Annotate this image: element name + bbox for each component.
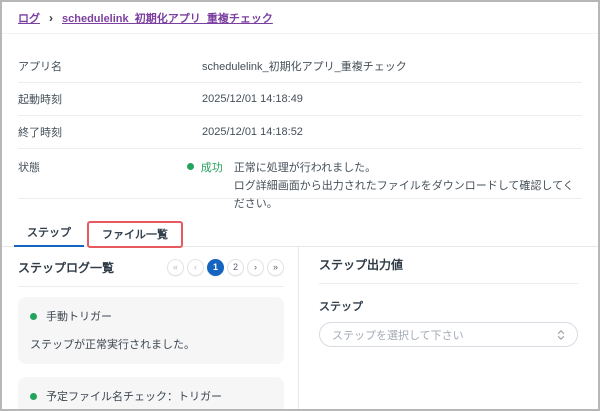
end-time-value: 2025/12/01 14:18:52: [202, 126, 303, 138]
app-name-value: schedulelink_初期化アプリ_重複チェック: [202, 58, 407, 74]
step-log-title: ステップログ一覧: [18, 259, 114, 276]
annotation-highlight-box: ファイル一覧: [87, 221, 183, 248]
step-log-header: ステップログ一覧 « ‹ 1 2 › »: [18, 259, 284, 276]
step-log-card-message: ステップが正常実行されました。: [30, 336, 272, 352]
status-label: 状態: [18, 159, 187, 175]
breadcrumb-link-current[interactable]: schedulelink_初期化アプリ_重複チェック: [62, 10, 273, 26]
success-dot-icon: [30, 393, 37, 400]
step-output-title: ステップ出力値: [319, 256, 578, 273]
table-row-status: 状態 成功 正常に処理が行われました。 ログ詳細画面から出力されたファイルをダウ…: [18, 149, 582, 199]
breadcrumb-link-log[interactable]: ログ: [18, 10, 40, 26]
divider: [18, 286, 284, 287]
step-log-card-title: 予定ファイル名チェック：トリガー: [46, 388, 222, 404]
pagination-first-button[interactable]: «: [167, 259, 184, 276]
step-select-dropdown[interactable]: ステップを選択して下さい: [319, 322, 578, 347]
table-row: アプリ名 schedulelink_初期化アプリ_重複チェック: [18, 50, 582, 83]
chevron-right-icon: ›: [49, 12, 53, 24]
status-message-line2: ログ詳細画面から出力されたファイルをダウンロードして確認してください。: [234, 177, 582, 213]
pagination-next-button[interactable]: ›: [247, 259, 264, 276]
step-log-panel: ステップログ一覧 « ‹ 1 2 › » 手動トリガー ステップが正常実行されま…: [2, 247, 299, 409]
pagination-last-button[interactable]: »: [267, 259, 284, 276]
status-message-line1: 正常に処理が行われました。: [234, 159, 582, 177]
pagination-page-2-button[interactable]: 2: [227, 259, 244, 276]
step-log-card[interactable]: 手動トリガー ステップが正常実行されました。: [18, 297, 284, 364]
step-select-placeholder: ステップを選択して下さい: [332, 327, 464, 343]
chevron-updown-icon: [557, 329, 565, 341]
status-message: 正常に処理が行われました。 ログ詳細画面から出力されたファイルをダウンロードして…: [234, 159, 582, 213]
breadcrumb: ログ › schedulelink_初期化アプリ_重複チェック: [2, 2, 598, 34]
end-time-label: 終了時刻: [18, 124, 202, 140]
table-row: 起動時刻 2025/12/01 14:18:49: [18, 83, 582, 116]
start-time-value: 2025/12/01 14:18:49: [202, 93, 303, 105]
step-log-card-header: 予定ファイル名チェック：トリガー: [30, 388, 272, 404]
pagination: « ‹ 1 2 › »: [167, 259, 284, 276]
step-log-card-header: 手動トリガー: [30, 308, 272, 324]
step-select-label: ステップ: [319, 298, 578, 314]
table-row: 終了時刻 2025/12/01 14:18:52: [18, 116, 582, 149]
status-badge: 成功: [201, 159, 223, 175]
pagination-page-1-button[interactable]: 1: [207, 259, 224, 276]
log-detail-table: アプリ名 schedulelink_初期化アプリ_重複チェック 起動時刻 202…: [2, 34, 598, 199]
success-dot-icon: [187, 163, 194, 170]
step-output-panel: ステップ出力値 ステップ ステップを選択して下さい: [299, 247, 598, 409]
tab-step[interactable]: ステップ: [14, 224, 84, 247]
app-name-label: アプリ名: [18, 58, 202, 74]
start-time-label: 起動時刻: [18, 91, 202, 107]
success-dot-icon: [30, 313, 37, 320]
pagination-prev-button[interactable]: ‹: [187, 259, 204, 276]
step-log-card-title: 手動トリガー: [46, 308, 112, 324]
step-log-card[interactable]: 予定ファイル名チェック：トリガー ステップが正常実行されました。: [18, 377, 284, 411]
divider: [319, 283, 578, 284]
log-detail-page: ログ › schedulelink_初期化アプリ_重複チェック アプリ名 sch…: [0, 0, 600, 411]
status-value: 成功 正常に処理が行われました。 ログ詳細画面から出力されたファイルをダウンロー…: [187, 159, 582, 213]
tab-file-list[interactable]: ファイル一覧: [89, 226, 181, 246]
tab-bar: ステップ ファイル一覧: [2, 225, 598, 247]
tab-content: ステップログ一覧 « ‹ 1 2 › » 手動トリガー ステップが正常実行されま…: [2, 247, 598, 409]
